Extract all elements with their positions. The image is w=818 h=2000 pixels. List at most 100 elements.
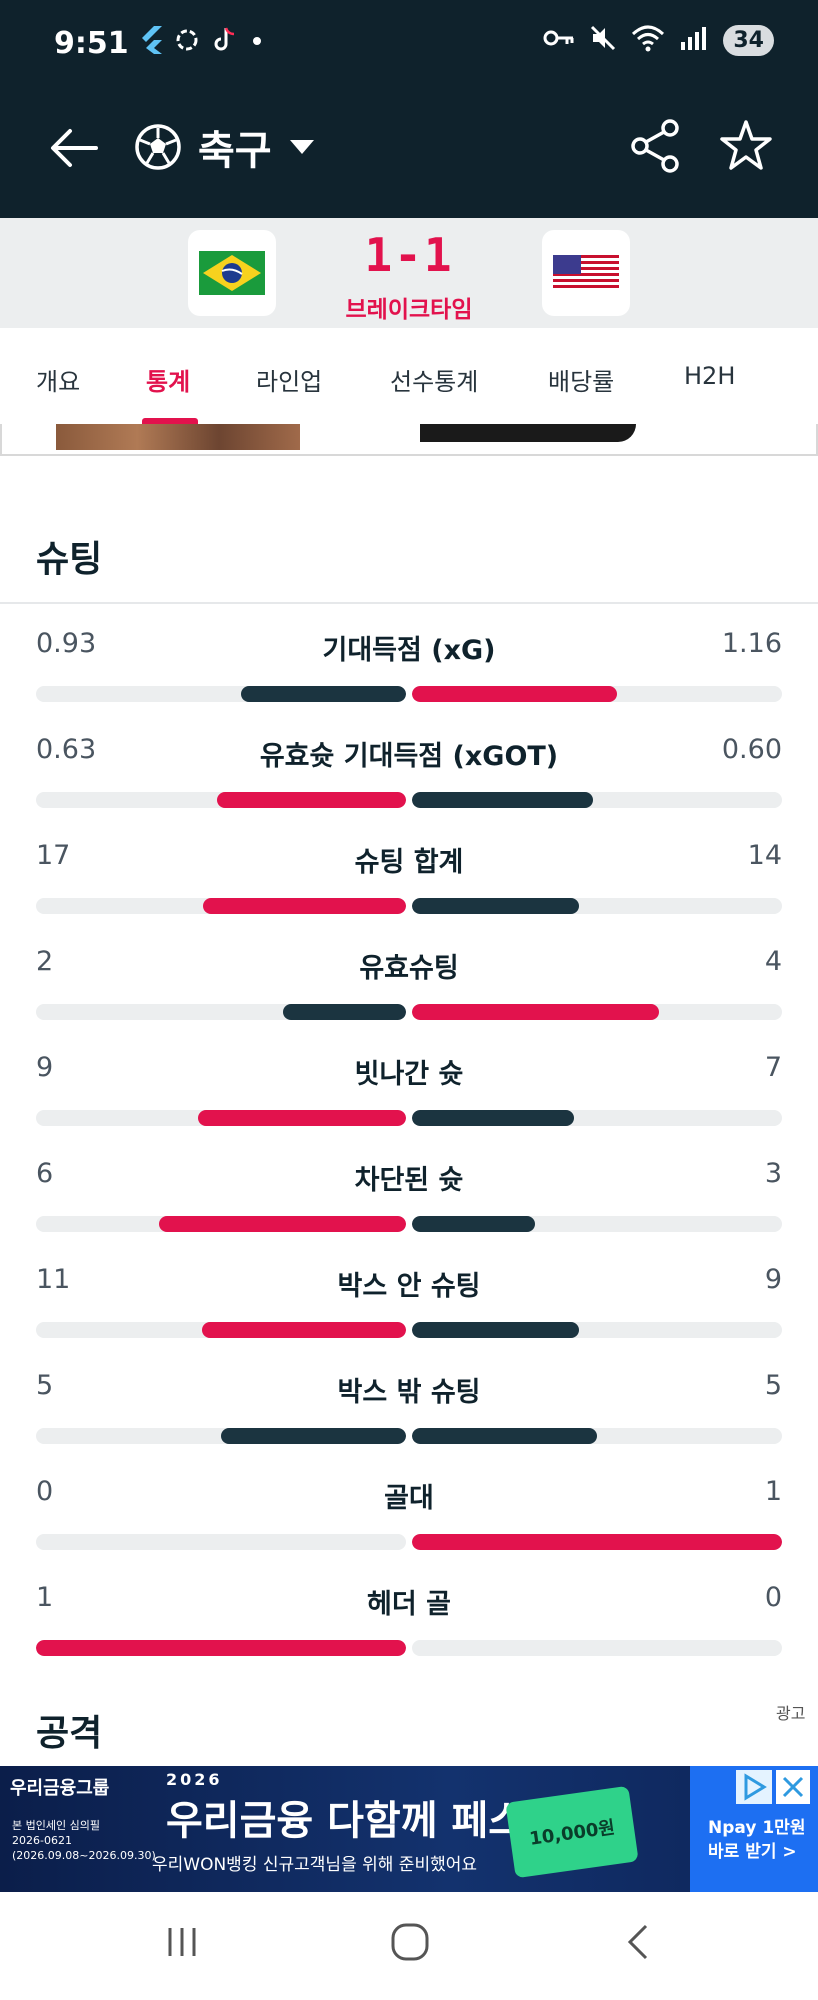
stat-home-track [36,1534,406,1550]
ad-small-print: 본 법인세인 심의필 2026-0621 (2026.09.08~2026.09… [12,1818,156,1863]
stat-away-value: 0.60 [721,734,782,765]
stat-away-track [412,1110,782,1126]
stat-away-bar [412,1428,597,1444]
stat-away-bar [412,686,617,702]
stat-label: 골대 [384,1483,434,1514]
section-title-attack: 공격 [36,1713,103,1754]
soccer-ball-icon [135,124,181,170]
stat-away-track [412,1640,782,1656]
ad-close-button[interactable] [776,1770,810,1804]
tab-lineup[interactable]: 라인업 [256,362,322,397]
sport-name: 축구 [198,128,272,174]
stat-away-value: 3 [764,1158,782,1189]
ad-info-icon [744,1773,767,1801]
home-icon [391,1923,429,1961]
ad-small-line: (2026.09.08~2026.09.30) [12,1849,156,1862]
tab-stats[interactable]: 통계 [146,362,190,397]
stat-row: 9 빗나간 슛7 [36,1046,782,1146]
stat-away-value: 5 [764,1370,782,1401]
ad-money-graphic: 10,000원 [505,1785,639,1879]
stat-away-value: 9 [764,1264,782,1295]
tab-overview[interactable]: 개요 [36,362,80,397]
favorite-button[interactable] [716,116,776,176]
stat-away-track [412,792,782,808]
stat-row: 11 박스 안 슈팅 9 [36,1258,782,1358]
stat-row: 0.63 유효슛 기대득점 (xGOT) 0.60 [36,728,782,828]
ad-banner[interactable]: 우리금융그룹 본 법인세인 심의필 2026-0621 (2026.09.08~… [0,1766,818,1892]
content-image [420,424,636,442]
home-button[interactable] [388,1920,432,1964]
stat-label: 박스 밖 슈팅 [337,1377,481,1408]
stat-row: 0 골대 1 [36,1470,782,1570]
match-status: 브레이크타임 [345,297,473,323]
sport-selector[interactable]: 축구 [134,114,316,180]
away-team-badge[interactable] [542,230,630,316]
stat-home-track [36,1428,406,1444]
ad-year: 2026 [166,1770,223,1789]
back-nav-button[interactable] [618,1922,658,1962]
scrolled-content-peek [0,424,818,456]
stat-home-track [36,898,406,914]
usa-flag-icon [553,255,619,291]
ad-small-line: 2026-0621 [12,1834,72,1847]
signal-icon [679,24,709,56]
stat-away-value: 14 [747,840,782,871]
back-arrow-icon [51,129,98,167]
stat-row: 2 유효슈팅 4 [36,940,782,1040]
stat-away-track [412,1216,782,1232]
stat-away-bar [412,1110,574,1126]
content-image [56,424,300,450]
stat-home-bar [283,1004,406,1020]
stat-home-track [36,1216,406,1232]
stat-home-bar [221,1428,406,1444]
ad-subtext: 우리WON뱅킹 신규고객님을 위해 준비했어요 [152,1855,477,1875]
key-icon [543,28,575,52]
caret-down-icon [289,140,314,154]
notification-icons [140,26,264,58]
share-button[interactable] [628,116,684,176]
stat-home-track [36,1322,406,1338]
stat-home-bar [241,686,406,702]
recents-button[interactable] [162,1922,202,1962]
back-icon [627,1924,648,1960]
stat-away-value: 0 [764,1582,782,1613]
stat-home-track [36,792,406,808]
stat-away-track [412,898,782,914]
stat-home-track [36,1640,406,1656]
stat-label: 헤더 골 [367,1589,451,1620]
stat-home-bar [203,898,406,914]
stat-away-value: 7 [764,1052,782,1083]
ad-info-button[interactable] [736,1770,772,1804]
tab-odds[interactable]: 배당률 [548,362,614,397]
stat-label: 박스 안 슈팅 [337,1271,481,1302]
stat-away-bar [412,1216,535,1232]
dot-icon [250,33,264,52]
stat-row: 0.93 기대득점 (xG) 1.16 [36,622,782,722]
back-button[interactable] [44,118,104,178]
battery-level: 34 [723,24,774,56]
ad-close-icon [782,1776,804,1798]
stat-home-bar [36,1640,406,1656]
stat-away-bar [412,792,593,808]
stat-away-track [412,1004,782,1020]
score-header: 1-1 브레이크타임 [0,218,818,328]
recents-icon [168,1928,196,1956]
mute-icon [589,24,617,56]
ad-side-text: Npay 1만원 바로 받기 > [708,1818,806,1862]
stat-home-track [36,1110,406,1126]
stat-row: 1 헤더 골0 [36,1576,782,1676]
stat-home-track [36,1004,406,1020]
app-bar: 축구 [0,88,818,218]
ad-brand: 우리금융그룹 [10,1778,110,1799]
section-title-shooting: 슈팅 [36,539,103,580]
stat-away-value: 1 [764,1476,782,1507]
stat-label: 슈팅 합계 [354,847,464,878]
tab-player-stats[interactable]: 선수통계 [390,362,478,397]
system-icons: 34 [543,24,774,56]
tab-bar: 개요 통계 라인업 선수통계 배당률 H2H [0,328,818,424]
tab-h2h[interactable]: H2H [684,362,735,390]
share-icon [631,119,679,173]
stat-home-track [36,686,406,702]
flutter-icon [140,26,162,58]
section-divider [0,602,818,604]
